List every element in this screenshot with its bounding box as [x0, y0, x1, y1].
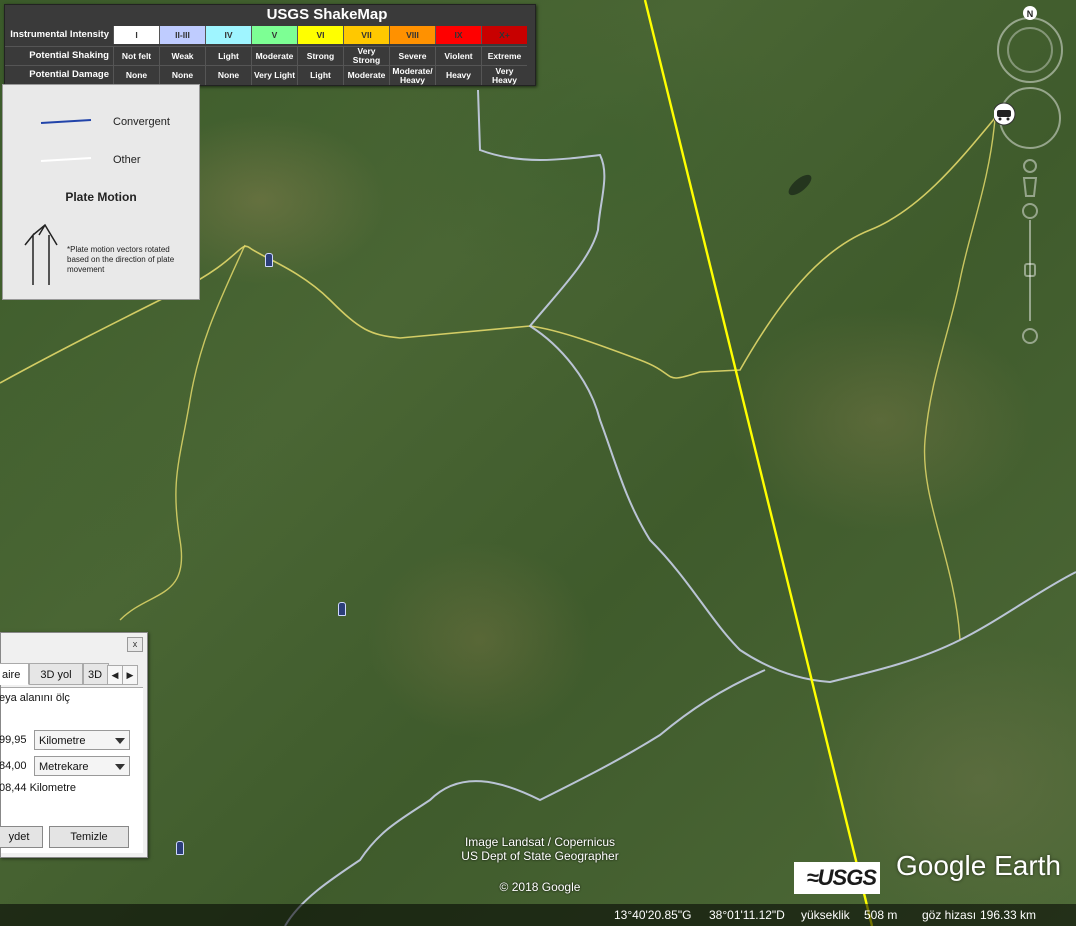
lake	[788, 174, 812, 196]
intensity-cell: VII	[343, 26, 389, 44]
shaking-cell: Extreme	[481, 47, 527, 65]
shaking-cell: Weak	[159, 47, 205, 65]
chevron-down-icon	[115, 764, 125, 770]
measure-instruction: eya alanını ölç	[0, 692, 70, 704]
damage-cell: None	[113, 66, 159, 85]
chevron-down-icon	[115, 738, 125, 744]
plate-motion-heading: Plate Motion	[65, 190, 137, 204]
damage-row-label: Potential Damage	[29, 69, 109, 80]
shaking-cell: Not felt	[113, 47, 159, 65]
area-unit-select[interactable]: Metrekare	[34, 756, 130, 776]
convergent-swatch	[40, 119, 92, 124]
boundary-line	[477, 89, 1076, 684]
perimeter-unit-select[interactable]: Kilometre	[34, 730, 130, 750]
perimeter-value: 99,95	[0, 734, 27, 746]
street-view-icon[interactable]	[1022, 159, 1038, 197]
damage-cell: None	[159, 66, 205, 85]
damage-cell: Very Heavy	[481, 66, 527, 85]
intensity-cell: IX	[435, 26, 481, 44]
shaking-cell: Moderate	[251, 47, 297, 65]
shaking-row: Potential Shaking Not felt Weak Light Moder…	[5, 46, 527, 65]
area-value: 84,00	[0, 760, 27, 772]
close-button[interactable]: x	[127, 637, 143, 652]
intensity-cell: VI	[297, 26, 343, 44]
damage-cell: Moderate/ Heavy	[389, 66, 435, 85]
navigation-controls[interactable]: N	[994, 6, 1066, 351]
tab-3d[interactable]: 3D	[83, 663, 109, 685]
longitude-readout: 38°01'11.12"D	[709, 908, 785, 922]
measure-dialog: x aire 3D yol 3D ◀ ▶ eya alanını ölç 99,…	[0, 632, 148, 858]
intensity-cell: V	[251, 26, 297, 44]
shaking-cell: Light	[205, 47, 251, 65]
shaking-cell: Very Strong	[343, 47, 389, 65]
status-bar: 13°40'20.85"G 38°01'11.12"D yükseklik 50…	[0, 904, 1076, 926]
fault-line	[643, 0, 874, 926]
zoom-slider-icon[interactable]	[1022, 203, 1038, 344]
place-marker[interactable]	[176, 841, 184, 855]
measure-tabs: aire 3D yol 3D ◀ ▶	[0, 663, 143, 687]
plate-motion-note: *Plate motion vectors rotated based on t…	[67, 245, 175, 274]
other-swatch	[40, 157, 92, 162]
plate-legend: Convergent Other Plate Motion *Plate mot…	[2, 84, 200, 300]
shaking-cell: Violent	[435, 47, 481, 65]
place-marker[interactable]	[265, 253, 273, 267]
usgs-logo: ≈USGS	[794, 862, 880, 894]
intensity-cell: II-III	[159, 26, 205, 44]
area-unit-label: Metrekare	[39, 761, 89, 773]
latitude-readout: 13°40'20.85"G	[614, 908, 692, 922]
damage-cell: Very Light	[251, 66, 297, 85]
convergent-label: Convergent	[113, 116, 170, 128]
elevation-value: 508 m	[864, 908, 898, 922]
shakemap-title: USGS ShakeMap	[266, 6, 388, 23]
intensity-row: Instrumental Intensity I II-III IV V VI VII VI…	[5, 26, 527, 44]
eye-altitude-label: göz hizası	[922, 908, 977, 922]
plate-motion-arrow-icon	[24, 223, 58, 285]
damage-cell: Moderate	[343, 66, 389, 85]
damage-cell: Heavy	[435, 66, 481, 85]
damage-cell: Light	[297, 66, 343, 85]
eye-altitude-value: 196.33 km	[980, 908, 1037, 922]
tab-scroll-left-icon[interactable]: ◀	[107, 665, 123, 685]
imagery-credit-line1: Image Landsat / Copernicus	[464, 835, 616, 849]
road	[923, 117, 996, 641]
shaking-row-label: Potential Shaking	[29, 50, 109, 61]
other-label: Other	[113, 154, 141, 166]
intensity-cell: I	[113, 26, 159, 44]
imagery-credit: Image Landsat / Copernicus US Dept of St…	[440, 835, 640, 863]
tab-polygon[interactable]: aire	[0, 663, 29, 685]
shaking-cell: Strong	[297, 47, 343, 65]
intensity-cell: VIII	[389, 26, 435, 44]
elevation-label: yükseklik	[801, 908, 850, 922]
tab-3d-path[interactable]: 3D yol	[29, 663, 83, 685]
copyright: © 2018 Google	[499, 880, 581, 894]
intensity-cell: IV	[205, 26, 251, 44]
shaking-cell: Severe	[389, 47, 435, 65]
tab-scroll-right-icon[interactable]: ▶	[122, 665, 138, 685]
look-control-icon[interactable]	[994, 87, 1061, 149]
extra-measurement: 08,44 Kilometre	[0, 782, 77, 794]
place-marker[interactable]	[338, 602, 346, 616]
north-icon: N	[1027, 9, 1034, 19]
road	[119, 244, 246, 621]
google-earth-logo: Google Earth	[896, 850, 1061, 881]
shakemap-legend: USGS ShakeMap Instrumental Intensity I II…	[4, 4, 536, 86]
clear-button[interactable]: Temizle	[49, 826, 129, 848]
intensity-cell: X+	[481, 26, 527, 44]
damage-row: Potential Damage None None None Very Light L…	[5, 65, 527, 85]
intensity-row-label: Instrumental Intensity	[10, 29, 109, 40]
imagery-credit-line2: US Dept of State Geographer	[461, 849, 619, 863]
damage-cell: None	[205, 66, 251, 85]
perimeter-unit-label: Kilometre	[39, 735, 86, 747]
save-button[interactable]: ydet	[0, 826, 43, 848]
